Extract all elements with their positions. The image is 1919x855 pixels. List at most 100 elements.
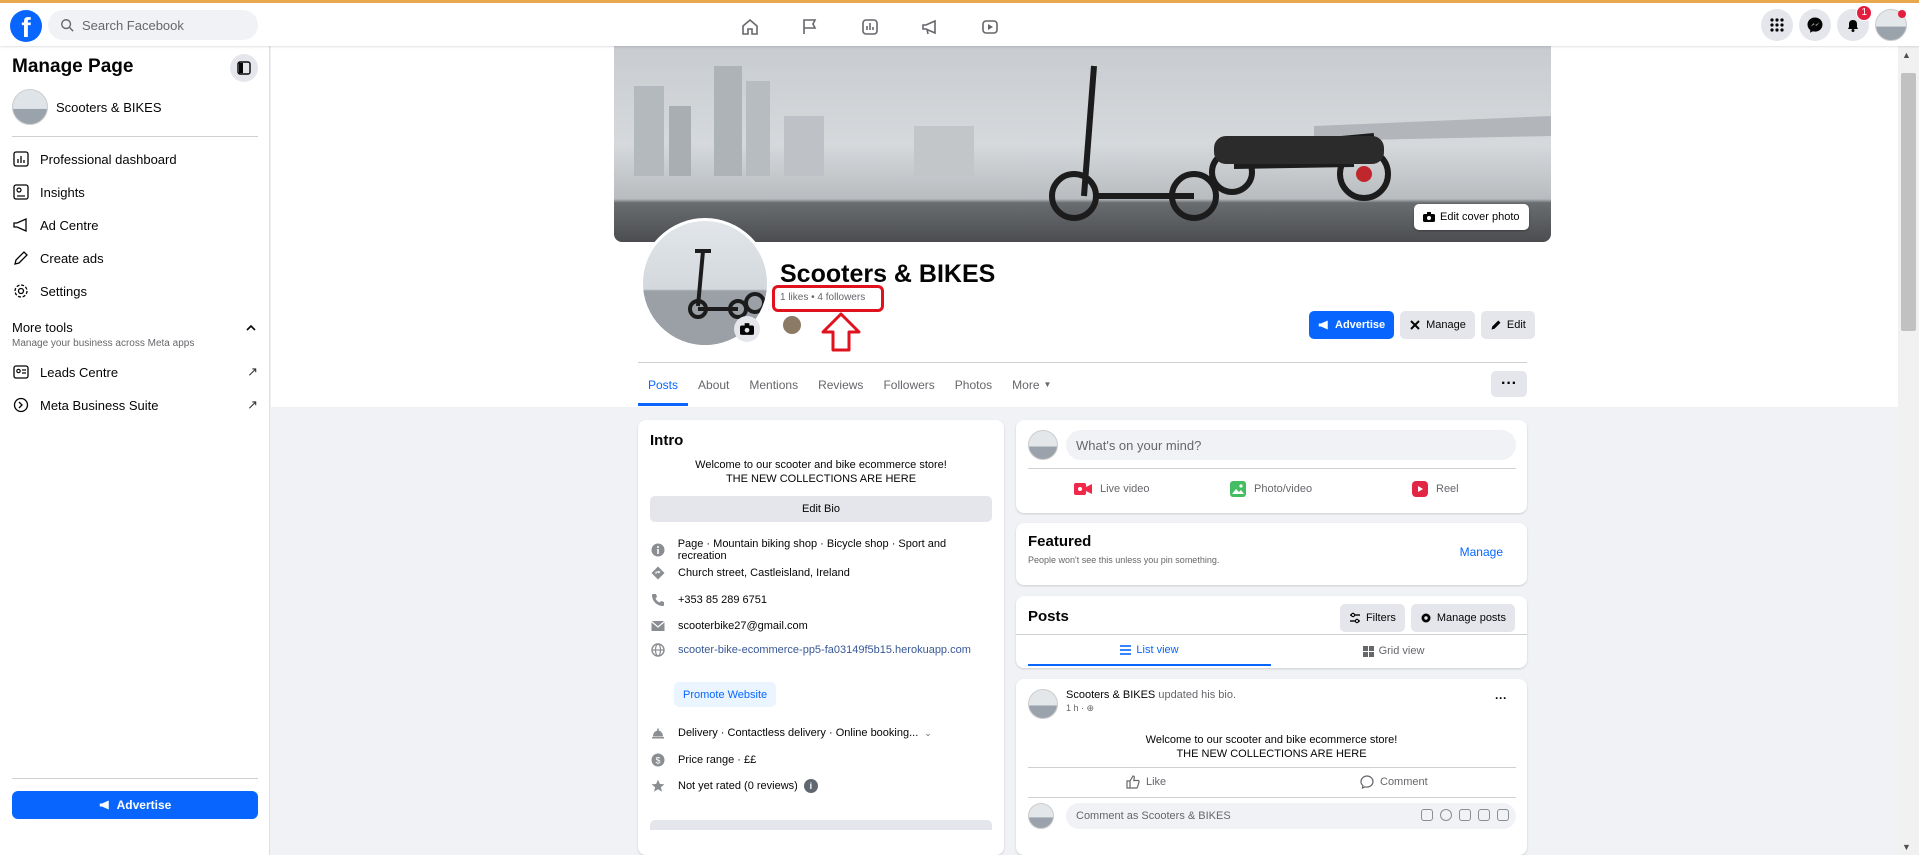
avatar-sticker-icon[interactable] <box>1497 809 1509 821</box>
intro-title: Intro <box>650 432 684 449</box>
post-options-icon[interactable]: ··· <box>1495 691 1507 705</box>
photo-video-button[interactable]: Photo/video <box>1230 472 1312 506</box>
facebook-logo[interactable]: f <box>10 10 42 42</box>
sidebar-page-profile[interactable]: Scooters & BIKES <box>12 89 162 125</box>
scrollbar-thumb[interactable] <box>1901 73 1916 331</box>
search-icon <box>61 19 74 32</box>
featured-manage-link[interactable]: Manage <box>1460 545 1503 559</box>
reel-button[interactable]: Reel <box>1412 472 1459 506</box>
post-divider <box>1028 767 1516 768</box>
page-tabs: Posts About Mentions Reviews Followers P… <box>638 363 1061 406</box>
globe-icon: ⊕ <box>1086 703 1095 713</box>
grid-view-label: Grid view <box>1378 645 1425 657</box>
scroll-up-arrow-icon[interactable]: ▲ <box>1902 50 1911 60</box>
grid-icon <box>1362 645 1374 657</box>
like-button[interactable]: Like <box>1126 769 1166 795</box>
info-icon[interactable]: i <box>803 779 818 793</box>
sidebar-item-label: Meta Business Suite <box>40 397 159 413</box>
whats-on-your-mind-input[interactable]: What's on your mind? <box>1066 430 1516 460</box>
update-profile-picture-button[interactable] <box>734 316 760 342</box>
edit-cover-label: Edit cover photo <box>1440 211 1520 223</box>
menu-grid-icon[interactable] <box>1761 9 1793 41</box>
pencil-icon <box>1491 320 1501 330</box>
post-item: Scooters & BIKES updated his bio. 1 h · … <box>1016 679 1527 855</box>
intro-category: Page · Mountain biking shop · Bicycle sh… <box>650 538 992 562</box>
website-link[interactable]: scooter-bike-ecommerce-pp5-fa03149f5b15.… <box>678 644 971 656</box>
comment-button[interactable]: Comment <box>1360 769 1428 795</box>
megaphone-icon[interactable] <box>900 13 960 41</box>
tab-reviews[interactable]: Reviews <box>808 363 873 406</box>
video-icon[interactable] <box>960 13 1020 41</box>
sidebar-item-professional-dashboard[interactable]: Professional dashboard <box>12 150 258 168</box>
intro-services[interactable]: Delivery · Contactless delivery · Online… <box>650 725 992 741</box>
tab-more[interactable]: More ▼ <box>1002 363 1061 406</box>
intro-address: Church street, Castleisland, Ireland <box>650 565 992 581</box>
manage-posts-label: Manage posts <box>1436 612 1506 624</box>
featured-title: Featured <box>1028 533 1092 550</box>
tab-posts[interactable]: Posts <box>638 363 689 406</box>
scroll-down-arrow-icon[interactable]: ▼ <box>1902 842 1911 852</box>
edit-bio-button[interactable]: Edit Bio <box>650 496 992 522</box>
sidebar-item-create-ads[interactable]: Create ads <box>12 249 258 267</box>
follower-avatar[interactable] <box>781 314 803 336</box>
photo-video-label: Photo/video <box>1254 483 1313 495</box>
edit-cover-photo-button[interactable]: Edit cover photo <box>1414 204 1529 230</box>
sidebar-advertise-button[interactable]: Advertise <box>12 791 258 819</box>
collapse-sidebar-icon[interactable] <box>230 54 258 82</box>
post-author-name[interactable]: Scooters & BIKES <box>1066 689 1155 701</box>
advertise-button[interactable]: Advertise <box>1309 311 1395 339</box>
address-text: Church street, Castleisland, Ireland <box>678 567 850 579</box>
star-icon <box>650 778 666 794</box>
sidebar-item-leads-centre[interactable]: Leads Centre ↗ <box>12 363 258 381</box>
search-input[interactable]: Search Facebook <box>48 10 258 40</box>
manage-posts-button[interactable]: Manage posts <box>1410 604 1515 632</box>
post-text: Welcome to our scooter and bike ecommerc… <box>1016 733 1527 761</box>
more-options-button[interactable]: ··· <box>1491 371 1527 397</box>
camera-icon[interactable] <box>1459 809 1471 821</box>
flag-icon[interactable] <box>780 13 840 41</box>
service-bell-icon <box>650 725 666 741</box>
account-avatar[interactable] <box>1875 9 1907 41</box>
intro-card: Intro Welcome to our scooter and bike ec… <box>638 420 1004 855</box>
intro-email: scooterbike27@gmail.com <box>650 618 992 634</box>
page-avatar <box>12 89 48 125</box>
tab-mentions[interactable]: Mentions <box>739 363 808 406</box>
more-tools-section[interactable]: More tools Manage your business across M… <box>12 320 258 349</box>
live-video-button[interactable]: Live video <box>1074 472 1150 506</box>
home-icon[interactable] <box>720 13 780 41</box>
edit-page-button[interactable]: Edit <box>1480 311 1535 339</box>
intro-bio: Welcome to our scooter and bike ecommerc… <box>638 458 1004 486</box>
caret-down-icon: ▼ <box>1043 380 1052 389</box>
sidebar-item-ad-centre[interactable]: Ad Centre <box>12 216 258 234</box>
sidebar-item-label: Professional dashboard <box>40 151 177 167</box>
tab-photos[interactable]: Photos <box>945 363 1002 406</box>
insights-icon <box>12 183 30 201</box>
chevron-down-icon: ⌄ <box>924 727 932 738</box>
insights-icon[interactable] <box>840 13 900 41</box>
filters-button[interactable]: Filters <box>1339 604 1405 632</box>
megaphone-icon <box>1318 320 1328 330</box>
manage-button[interactable]: Manage <box>1400 311 1475 339</box>
intro-next-button[interactable] <box>650 820 992 830</box>
grid-view-tab[interactable]: Grid view <box>1271 636 1516 666</box>
sticker-icon[interactable] <box>1421 809 1433 821</box>
sidebar-item-meta-business-suite[interactable]: Meta Business Suite ↗ <box>12 396 258 414</box>
external-link-icon: ↗ <box>247 397 258 412</box>
messenger-icon[interactable] <box>1799 9 1831 41</box>
emoji-icon[interactable] <box>1440 809 1452 821</box>
list-view-label: List view <box>1136 644 1179 656</box>
list-view-tab[interactable]: List view <box>1028 636 1271 666</box>
composer-avatar <box>1028 430 1058 460</box>
post-author-avatar[interactable] <box>1028 689 1058 719</box>
cover-photo[interactable] <box>614 46 1551 242</box>
tab-about[interactable]: About <box>688 363 739 406</box>
chevron-up-icon <box>246 324 256 331</box>
promote-website-button[interactable]: Promote Website <box>674 682 777 707</box>
bell-icon[interactable]: 1 <box>1837 5 1872 41</box>
more-tools-subtitle: Manage your business across Meta apps <box>12 338 195 349</box>
post-timestamp[interactable]: 1 h · ⊕ <box>1066 703 1094 714</box>
sidebar-item-insights[interactable]: Insights <box>12 183 258 201</box>
gif-icon[interactable] <box>1478 809 1490 821</box>
tab-followers[interactable]: Followers <box>873 363 944 406</box>
sidebar-item-settings[interactable]: Settings <box>12 282 258 300</box>
